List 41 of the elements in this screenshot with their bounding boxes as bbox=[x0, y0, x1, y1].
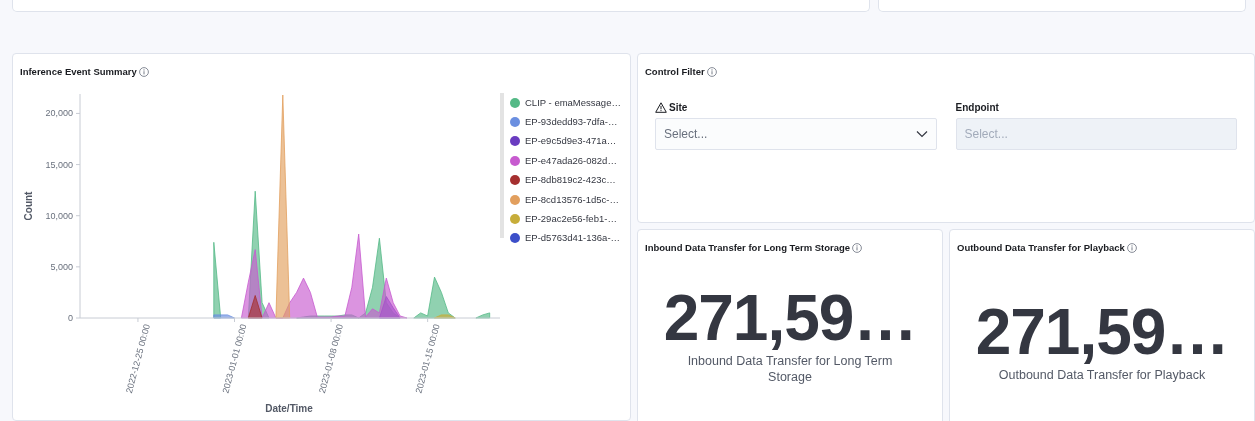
select-field: Select... bbox=[955, 118, 1237, 150]
axis-label: 15,000 bbox=[45, 159, 73, 170]
metric-value: 271,59… bbox=[663, 286, 917, 350]
legend-dot bbox=[510, 175, 520, 186]
axis-label: 0 bbox=[68, 313, 73, 323]
legend-dot bbox=[510, 155, 520, 166]
legend-item[interactable]: CLIP - emaMessage… bbox=[510, 93, 621, 113]
axis-label: 20,000 bbox=[45, 108, 73, 119]
legend-dot bbox=[510, 194, 520, 205]
chevron-down-icon bbox=[915, 130, 928, 138]
legend-item[interactable]: EP-e9c5d9e3-471a… bbox=[510, 131, 621, 152]
legend-dot bbox=[510, 97, 520, 108]
legend-item[interactable]: EP-d5763d41-136a-… bbox=[510, 228, 621, 249]
dropdown-field[interactable]: Select... bbox=[655, 118, 937, 150]
axis-title: Count bbox=[23, 191, 34, 221]
metric-value: 271,59… bbox=[975, 300, 1229, 364]
legend-dot bbox=[510, 214, 520, 225]
panel-title: Inference Event Summary bbox=[20, 65, 137, 79]
axis-label: 10,000 bbox=[45, 210, 73, 221]
info-icon bbox=[1126, 243, 1137, 254]
panel-title: Control Filter bbox=[645, 65, 705, 79]
legend-dot bbox=[510, 136, 520, 147]
panel-title: Outbound Data Transfer for Playback bbox=[957, 241, 1125, 255]
info-icon bbox=[138, 67, 149, 78]
legend-item[interactable]: EP-8cd13576-1d5c-… bbox=[510, 189, 621, 210]
info-icon bbox=[852, 243, 863, 254]
panel-title: Inbound Data Transfer for Long Term Storage bbox=[645, 241, 851, 255]
field-label: Site bbox=[669, 100, 688, 115]
legend-dot bbox=[510, 233, 520, 244]
legend-item[interactable]: EP-e47ada26-082d… bbox=[510, 151, 621, 171]
metric-caption: Outbound Data Transfer for Playback bbox=[997, 368, 1207, 384]
metric-caption: Inbound Data Transfer for Long Term Storage bbox=[686, 354, 894, 386]
field-label: Endpoint bbox=[955, 100, 999, 115]
legend-item[interactable]: EP-93dedd93-7dfa-… bbox=[510, 112, 621, 132]
axis-title: Date/Time bbox=[265, 403, 313, 414]
legend-item[interactable]: EP-8db819c2-423c… bbox=[510, 170, 621, 190]
legend-item[interactable]: EP-29ac2e56-feb1-… bbox=[510, 209, 621, 229]
axis-label: 5,000 bbox=[50, 261, 73, 272]
legend-dot bbox=[510, 117, 520, 128]
warning-icon bbox=[655, 101, 667, 113]
info-icon bbox=[706, 67, 717, 78]
